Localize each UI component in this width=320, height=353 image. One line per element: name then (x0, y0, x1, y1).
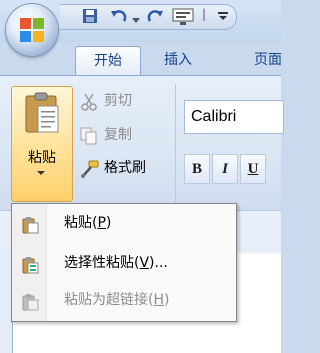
italic-button[interactable]: I (212, 154, 238, 184)
menu-item-paste-hyperlink-key: H (153, 292, 164, 308)
title-bar: | (0, 0, 281, 56)
separator-icon: | (202, 7, 207, 21)
menu-item-paste-special[interactable]: 选择性粘贴(V)... (12, 247, 236, 279)
brush-icon (80, 160, 100, 185)
cut-label: 剪切 (104, 93, 132, 109)
menu-item-paste-hyperlink[interactable]: 粘贴为超链接(H) (12, 284, 236, 316)
clipboard-icon (24, 92, 60, 140)
office-button[interactable] (6, 4, 58, 56)
ribbon-home: 粘贴 剪切 复制 格式刷 (0, 75, 281, 211)
menu-item-paste-label: 粘贴( (64, 215, 98, 231)
customize-arrow-icon[interactable] (218, 10, 228, 25)
chevron-down-icon (37, 171, 45, 175)
menu-item-paste-special-key: V (139, 255, 150, 271)
tab-page[interactable]: 页面 (238, 46, 298, 75)
menu-item-paste-hyperlink-label: 粘贴为超链接( (64, 292, 154, 308)
menu-item-paste-key: P (97, 215, 106, 231)
paste-icon (21, 214, 39, 246)
paste-button[interactable]: 粘贴 (11, 86, 73, 202)
redo-icon[interactable] (146, 8, 164, 28)
paste-hyperlink-icon (21, 291, 39, 323)
office-logo-icon (20, 18, 44, 42)
undo-dropdown-icon[interactable] (132, 13, 140, 28)
save-icon[interactable] (82, 8, 98, 28)
copy-label: 复制 (104, 127, 132, 143)
menu-item-paste-suffix: ) (105, 215, 112, 231)
format-painter-label: 格式刷 (104, 160, 146, 176)
paste-label: 粘贴 (28, 150, 56, 166)
quick-access-toolbar: | (60, 4, 237, 30)
tab-insert[interactable]: 插入 (150, 46, 206, 75)
menu-item-paste-special-label: 选择性粘贴( (64, 255, 140, 271)
paste-dropdown-menu: 粘贴(P) 选择性粘贴(V)... 粘贴为超链接(H) (11, 203, 237, 322)
underline-button[interactable]: U (240, 154, 266, 184)
scissors-icon (80, 93, 98, 118)
tab-home[interactable]: 开始 (75, 46, 141, 76)
paste-special-icon (21, 254, 39, 286)
undo-icon[interactable] (110, 8, 128, 28)
copy-icon (80, 127, 98, 152)
group-separator (175, 84, 176, 202)
menu-item-paste-hyperlink-suffix: ) (164, 292, 170, 308)
menu-item-paste-special-suffix: )... (149, 255, 168, 271)
bold-button[interactable]: B (184, 154, 210, 184)
menu-item-paste[interactable]: 粘贴(P) (12, 207, 236, 239)
font-name-input[interactable]: Calibri (184, 100, 284, 134)
display-icon[interactable] (172, 8, 194, 30)
